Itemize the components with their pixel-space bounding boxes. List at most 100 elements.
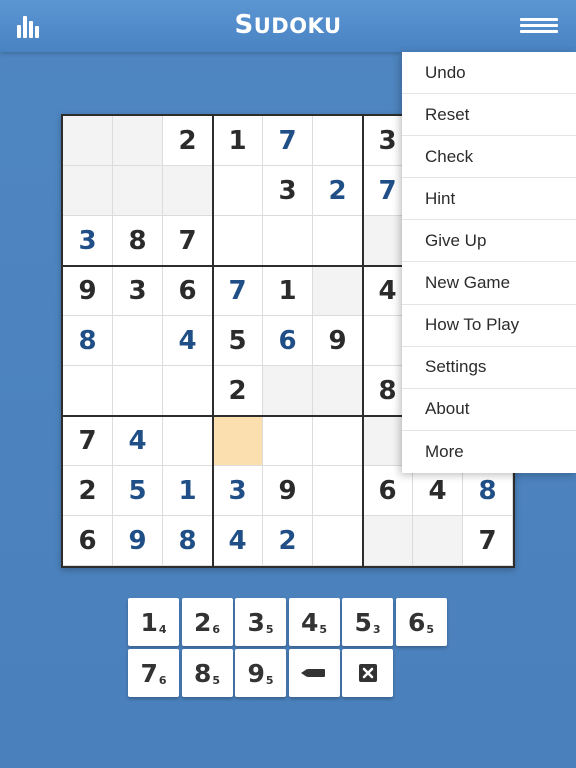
board-cell[interactable]: 2	[63, 466, 113, 516]
board-cell[interactable]: 2	[313, 166, 363, 216]
menu-item-give-up[interactable]: Give Up	[402, 220, 576, 263]
board-cell[interactable]	[263, 366, 313, 416]
board-cell[interactable]: 4	[163, 316, 213, 366]
digit-key-4[interactable]: 45	[288, 598, 340, 646]
menu-item-about[interactable]: About	[402, 389, 576, 431]
board-cell[interactable]	[63, 166, 113, 216]
game-menu-dropdown: Undo Reset Check Hint Give Up New Game How To …	[402, 52, 576, 473]
key-digit: 8	[193, 658, 212, 688]
board-cell[interactable]	[313, 266, 363, 316]
board-cell[interactable]	[313, 516, 363, 566]
board-cell[interactable]: 3	[63, 216, 113, 266]
board-cell[interactable]	[213, 416, 263, 466]
board-cell[interactable]: 1	[213, 116, 263, 166]
board-cell[interactable]	[113, 166, 163, 216]
digit-key-5[interactable]: 53	[342, 598, 393, 646]
board-cell[interactable]: 2	[163, 116, 213, 166]
digit-key-9[interactable]: 95	[235, 649, 286, 697]
board-cell[interactable]: 3	[113, 266, 163, 316]
board-cell[interactable]: 8	[63, 316, 113, 366]
digit-key-8[interactable]: 85	[181, 649, 233, 697]
key-remaining-count: 6	[212, 622, 221, 636]
digit-key-3[interactable]: 35	[235, 598, 286, 646]
menu-item-check[interactable]: Check	[402, 136, 576, 179]
board-cell[interactable]: 9	[313, 316, 363, 366]
board-cell[interactable]	[163, 416, 213, 466]
board-cell[interactable]: 8	[113, 216, 163, 266]
board-cell[interactable]: 6	[163, 266, 213, 316]
key-remaining-count: 5	[426, 622, 435, 636]
board-cell[interactable]: 9	[113, 516, 163, 566]
menu-item-hint[interactable]: Hint	[402, 178, 576, 221]
board-cell[interactable]: 7	[463, 516, 513, 566]
pencil-mode-button[interactable]	[288, 649, 340, 697]
board-cell[interactable]	[263, 216, 313, 266]
board-cell[interactable]: 5	[113, 466, 163, 516]
menu-item-reset[interactable]: Reset	[402, 94, 576, 137]
board-cell[interactable]: 1	[163, 466, 213, 516]
board-cell[interactable]: 4	[413, 466, 463, 516]
board-cell[interactable]: 2	[263, 516, 313, 566]
digit-key-2[interactable]: 26	[181, 598, 233, 646]
board-cell[interactable]	[163, 366, 213, 416]
board-cell[interactable]	[413, 516, 463, 566]
board-cell[interactable]: 1	[263, 266, 313, 316]
board-cell[interactable]: 3	[263, 166, 313, 216]
menu-item-settings[interactable]: Settings	[402, 347, 576, 389]
board-cell[interactable]	[213, 216, 263, 266]
box-divider-vertical	[362, 116, 364, 566]
board-cell[interactable]	[313, 416, 363, 466]
board-cell[interactable]: 4	[113, 416, 163, 466]
digit-key-1[interactable]: 14	[128, 598, 179, 646]
board-cell[interactable]: 7	[213, 266, 263, 316]
menu-item-more[interactable]: More	[402, 431, 576, 473]
menu-item-new-game[interactable]: New Game	[402, 262, 576, 305]
key-digit: 6	[407, 607, 426, 637]
board-cell[interactable]: 7	[163, 216, 213, 266]
board-cell[interactable]	[213, 166, 263, 216]
key-remaining-count: 5	[265, 622, 274, 636]
board-cell[interactable]	[263, 416, 313, 466]
menu-item-undo[interactable]: Undo	[402, 52, 576, 95]
board-cell[interactable]	[113, 116, 163, 166]
board-cell[interactable]: 7	[63, 416, 113, 466]
board-cell[interactable]	[113, 316, 163, 366]
erase-button[interactable]	[342, 649, 393, 697]
board-cell[interactable]: 8	[163, 516, 213, 566]
board-cell[interactable]: 2	[213, 366, 263, 416]
key-remaining-count: 5	[212, 673, 221, 687]
board-cell[interactable]	[313, 366, 363, 416]
key-digit: 1	[140, 607, 158, 637]
board-cell[interactable]: 5	[213, 316, 263, 366]
board-cell[interactable]	[63, 116, 113, 166]
box-divider-vertical	[212, 116, 214, 566]
board-cell[interactable]	[313, 216, 363, 266]
board-cell[interactable]: 7	[263, 116, 313, 166]
key-digit: 7	[140, 658, 158, 688]
menu-item-how-to-play[interactable]: How To Play	[402, 305, 576, 347]
pencil-icon	[301, 669, 325, 677]
digit-key-7[interactable]: 76	[128, 649, 179, 697]
key-digit: 9	[247, 658, 265, 688]
board-cell[interactable]	[163, 166, 213, 216]
key-remaining-count: 5	[265, 673, 274, 687]
board-cell[interactable]: 6	[363, 466, 413, 516]
key-remaining-count: 4	[158, 622, 167, 636]
board-cell[interactable]	[113, 366, 163, 416]
board-cell[interactable]	[363, 516, 413, 566]
board-cell[interactable]: 8	[463, 466, 513, 516]
board-cell[interactable]	[313, 116, 363, 166]
key-digit: 4	[300, 607, 319, 637]
board-cell[interactable]	[63, 366, 113, 416]
board-cell[interactable]: 6	[63, 516, 113, 566]
board-cell[interactable]: 4	[213, 516, 263, 566]
page-title: SUDOKU	[234, 10, 342, 40]
app-header: SUDOKU	[0, 0, 576, 52]
board-cell[interactable]: 9	[263, 466, 313, 516]
digit-key-6[interactable]: 65	[395, 598, 447, 646]
board-cell[interactable]: 3	[213, 466, 263, 516]
board-cell[interactable]: 6	[263, 316, 313, 366]
board-cell[interactable]	[313, 466, 363, 516]
board-cell[interactable]: 9	[63, 266, 113, 316]
hamburger-menu-icon[interactable]	[520, 18, 558, 36]
